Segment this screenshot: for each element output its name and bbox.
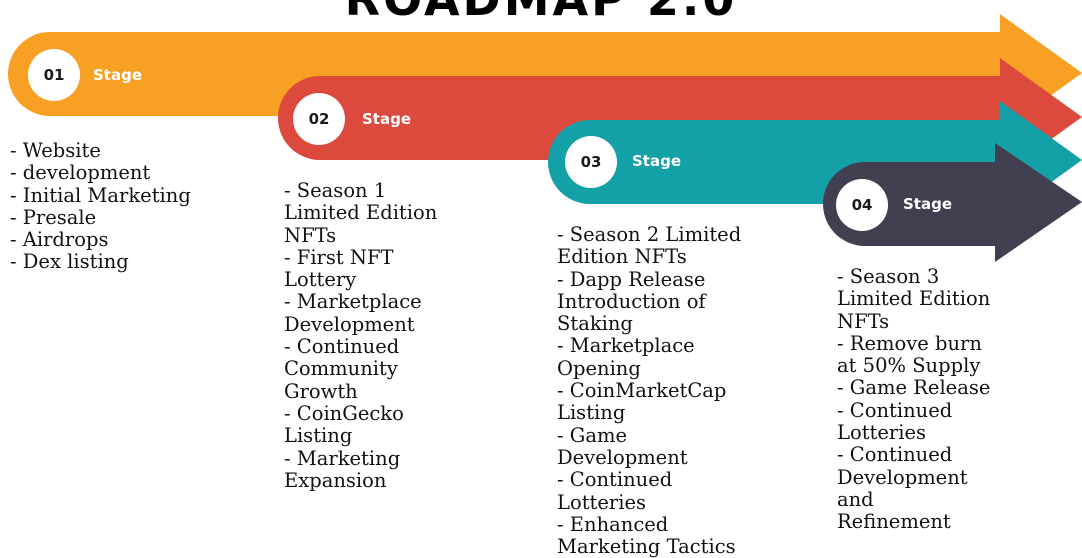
stage-4-list-item: - Continued	[837, 398, 953, 422]
stage-1-list-item: - development	[10, 161, 151, 185]
stage-3-list-item: - Enhanced	[557, 512, 669, 536]
stage-1-list-item: - Initial Marketing	[10, 183, 191, 207]
stage-3-list-item: - Game	[557, 423, 628, 447]
stage-4-list-item: NFTs	[837, 309, 890, 333]
stage-3-number-badge: 03	[565, 136, 617, 188]
stage-4-list-item: Refinement	[837, 510, 951, 534]
stage-3-list-item: Opening	[557, 356, 641, 380]
stage-2-list-item: - Season 1	[284, 179, 387, 202]
stage-1-list-item: - Airdrops	[10, 228, 109, 252]
stage-3-list-item: Lotteries	[557, 490, 647, 514]
stage-2-label: Stage	[362, 110, 412, 128]
stage-2-list-item: Lottery	[284, 268, 357, 292]
stage-4-list-item: - Continued	[837, 443, 953, 467]
stage-4-list-item: at 50% Supply	[837, 354, 981, 378]
stage-2-list-item: - Continued	[284, 335, 400, 359]
stage-4-list-item: and	[837, 487, 874, 511]
stage-3-list-item: Edition NFTs	[557, 245, 687, 269]
stage-3-list-item: Staking	[557, 312, 633, 336]
stage-2-list-item: Development	[284, 312, 415, 336]
stage-4-item-list: - Season 3 Limited Edition NFTs - Remove bu…	[837, 265, 991, 534]
stage-4-list-item: - Remove burn	[837, 331, 982, 355]
stage-4-list-item: Lotteries	[837, 421, 927, 445]
stage-2-list-item: Growth	[284, 379, 358, 403]
stage-3-list-item: - Marketplace	[557, 334, 695, 358]
stage-2-list-item: Listing	[284, 424, 353, 448]
stage-2-list-item: Community	[284, 357, 398, 381]
stage-2-list-item: - CoinGecko	[284, 401, 404, 425]
stage-4-number-badge: 04	[836, 179, 888, 231]
stage-2-list-item: Expansion	[284, 468, 387, 492]
stage-3-list-item: - CoinMarketCap	[557, 379, 727, 403]
stage-1-label: Stage	[93, 66, 143, 84]
stage-4-label: Stage	[903, 195, 953, 213]
stage-3-label: Stage	[632, 152, 682, 170]
stage-3-list-item: - Continued	[557, 468, 673, 492]
stage-3-list-item: Development	[557, 445, 688, 469]
stage-2-list-item: NFTs	[284, 223, 337, 247]
stage-1-list-item: - Website	[10, 139, 101, 162]
stage-3-list-item: - Season 2 Limited	[557, 223, 742, 246]
stage-2-item-list: - Season 1 Limited Edition NFTs - First NFT…	[284, 179, 438, 492]
stage-4-list-item: - Season 3	[837, 265, 940, 288]
stage-1-list-item: - Presale	[10, 205, 97, 229]
stage-3-list-item: Listing	[557, 401, 626, 425]
stage-1-list-item: - Dex listing	[10, 250, 129, 274]
stage-2-list-item: Limited Edition	[284, 201, 438, 225]
stage-1-item-list: - Website - development - Initial Marketin…	[10, 139, 191, 274]
stage-3-item-list: - Season 2 Limited Edition NFTs - Dapp Rel…	[557, 223, 742, 558]
stage-3-list-item: Introduction of	[557, 289, 706, 313]
stage-4-list-item: Development	[837, 465, 968, 489]
stage-3-list-item: - Dapp Release	[557, 267, 706, 291]
stage-2-list-item: - First NFT	[284, 245, 394, 269]
stage-4-list-item: - Game Release	[837, 376, 991, 400]
stage-1-number-badge: 01	[28, 49, 80, 101]
stage-2-list-item: - Marketplace	[284, 290, 422, 314]
stage-2-list-item: - Marketing	[284, 446, 401, 470]
roadmap-diagram: ROADMAP 2.0 01 Stage 02 Stage 03 Stage 0…	[0, 0, 1082, 558]
stage-4-list-item: Limited Edition	[837, 287, 991, 311]
stage-2-number-badge: 02	[293, 93, 345, 145]
stage-3-list-item: Marketing Tactics	[557, 535, 736, 558]
